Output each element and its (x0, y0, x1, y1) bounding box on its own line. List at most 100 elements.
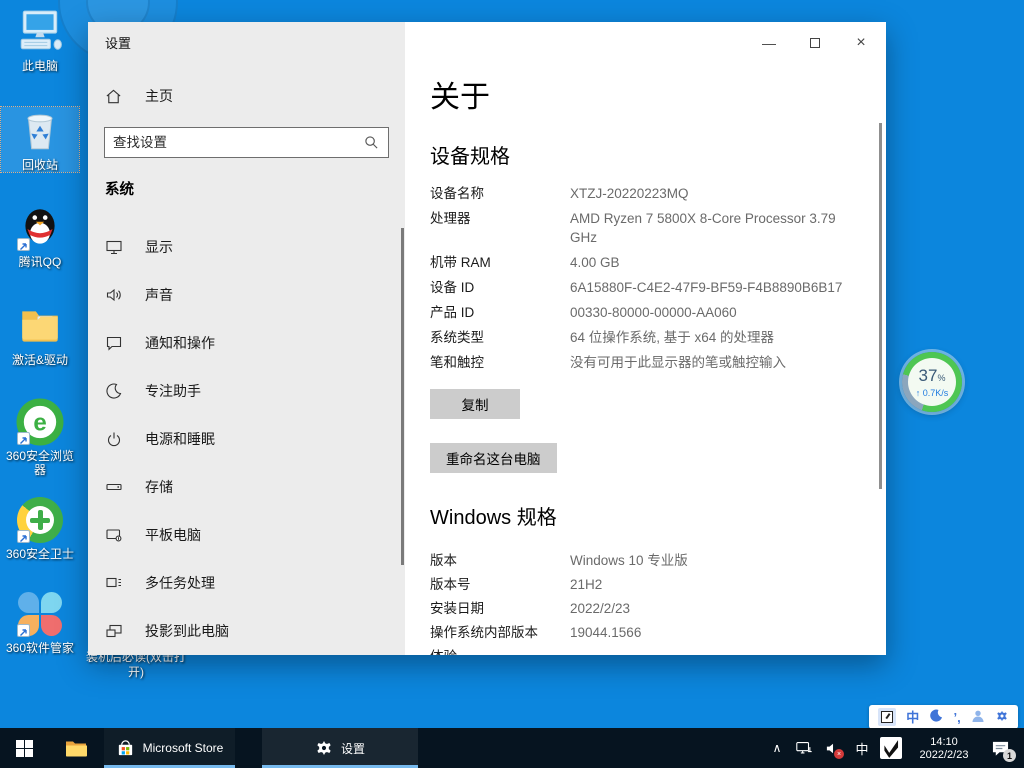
taskbar-store-label: Microsoft Store (143, 741, 224, 755)
spec-label: 笔和触控 (430, 353, 570, 372)
settings-content: 关于 设备规格 设备名称XTZJ-20220223MQ 处理器AMD Ryzen… (405, 22, 886, 655)
spec-value: 没有可用于此显示器的笔或触控输入 (570, 353, 858, 372)
sidebar-item-label: 显示 (145, 237, 173, 257)
ime-fullwidth-moon-icon[interactable] (929, 709, 943, 725)
sidebar-item-label: 存储 (145, 477, 173, 497)
sidebar-item-home[interactable]: 主页 (105, 84, 173, 108)
spec-label: 处理器 (430, 209, 570, 247)
sidebar-item-label: 电源和睡眠 (145, 429, 215, 449)
spec-value: 64 位操作系统, 基于 x64 的处理器 (570, 328, 858, 347)
minimize-icon: — (762, 35, 776, 51)
spec-label: 设备名称 (430, 184, 570, 203)
file-explorer-icon (65, 739, 87, 757)
sidebar-item-tablet[interactable]: 平板电脑 (88, 511, 405, 559)
spec-label: 设备 ID (430, 278, 570, 297)
spec-label: 安装日期 (430, 599, 570, 618)
file-explorer-button[interactable] (52, 728, 100, 768)
tray-ime-indicator[interactable]: 中 (849, 728, 875, 768)
close-icon: × (856, 34, 865, 52)
settings-gear-icon (315, 739, 333, 757)
settings-sidebar: 设置 主页 系统 显示 (88, 22, 405, 655)
sidebar-item-project[interactable]: 投影到此电脑 (88, 607, 405, 655)
ime-logo-icon[interactable] (878, 708, 896, 726)
storage-icon (105, 478, 123, 496)
desktop-icon-360-browser[interactable]: e 360安全浏览器 (1, 398, 79, 477)
taskbar-clock[interactable]: 14:10 2022/2/23 (907, 735, 981, 762)
action-center-button[interactable]: 1 (984, 728, 1016, 768)
this-pc-icon (16, 8, 64, 56)
sidebar-item-label: 通知和操作 (145, 333, 215, 353)
mute-x-badge: × (834, 749, 844, 759)
desktop-icon-label: 360安全浏览器 (1, 449, 79, 477)
ime-punctuation-toggle[interactable]: ’, (953, 711, 960, 724)
desktop-icon-360-manager[interactable]: 360软件管家 (1, 590, 79, 655)
upload-speed: ↑ 0.7K/s (916, 388, 949, 398)
360-speed-ball[interactable]: 37% ↑ 0.7K/s (902, 352, 962, 412)
sidebar-item-notifications[interactable]: 通知和操作 (88, 319, 405, 367)
windows-logo-icon (16, 740, 33, 757)
ime-indicator-label: 中 (855, 739, 868, 758)
start-button[interactable] (0, 728, 48, 768)
content-scrollbar[interactable] (879, 123, 882, 489)
search-icon[interactable] (364, 135, 379, 150)
shortcut-arrow-icon (17, 530, 30, 543)
shortcut-arrow-icon (17, 432, 30, 445)
spec-label: 版本号 (430, 575, 570, 594)
svg-text:e: e (33, 409, 46, 436)
tray-overflow-chevron[interactable]: ∧ (766, 728, 788, 768)
ime-mode-toggle[interactable]: 中 (906, 711, 919, 724)
project-to-pc-icon (105, 622, 123, 640)
maximize-button[interactable] (800, 30, 830, 56)
taskbar: Microsoft Store 设置 ∧ × 中 14:10 (0, 728, 1024, 768)
spec-value: 00330-80000-00000-AA060 (570, 303, 858, 322)
desktop-icon-360-safeguard[interactable]: 360安全卫士 (1, 496, 79, 561)
minimize-button[interactable]: — (754, 30, 784, 56)
spec-label: 系统类型 (430, 328, 570, 347)
copy-button[interactable]: 复制 (430, 389, 520, 419)
search-input[interactable] (105, 128, 364, 157)
speed-ball-face: 37% ↑ 0.7K/s (908, 358, 956, 406)
sidebar-section-system: 系统 (105, 178, 134, 199)
focus-assist-icon (105, 382, 123, 400)
sidebar-item-label: 多任务处理 (145, 573, 215, 593)
spec-label: 机带 RAM (430, 253, 570, 272)
windows-spec-heading: Windows 规格 (430, 501, 557, 530)
sidebar-nav-list: 显示 声音 通知和操作 专注助手 (88, 223, 405, 655)
sidebar-item-storage[interactable]: 存储 (88, 463, 405, 511)
spec-label: 体验 (430, 647, 570, 655)
tray-network[interactable] (791, 728, 817, 768)
desktop-icon-recycle-bin[interactable]: 回收站 (1, 107, 79, 172)
desktop-icon-label: 腾讯QQ (19, 255, 62, 269)
desktop-icon-this-pc[interactable]: 此电脑 (1, 8, 79, 73)
rename-pc-button[interactable]: 重命名这台电脑 (430, 443, 557, 473)
ime-app-icon (880, 737, 902, 759)
sidebar-item-sound[interactable]: 声音 (88, 271, 405, 319)
desktop-icon-qq[interactable]: 腾讯QQ (1, 204, 79, 269)
tray-volume-muted[interactable]: × (820, 728, 846, 768)
spec-value: 2022/2/23 (570, 599, 858, 618)
sidebar-item-power-sleep[interactable]: 电源和睡眠 (88, 415, 405, 463)
close-button[interactable]: × (846, 30, 876, 56)
memory-percent: 37% (919, 367, 946, 387)
sidebar-item-display[interactable]: 显示 (88, 223, 405, 271)
sidebar-item-focus-assist[interactable]: 专注助手 (88, 367, 405, 415)
maximize-icon (810, 38, 820, 48)
taskbar-settings[interactable]: 设置 (262, 728, 418, 768)
tray-ime-app[interactable] (878, 728, 904, 768)
sidebar-item-label: 平板电脑 (145, 525, 201, 545)
taskbar-microsoft-store[interactable]: Microsoft Store (104, 728, 235, 768)
taskbar-settings-label: 设置 (341, 740, 365, 757)
display-icon (105, 238, 123, 256)
multitasking-icon (105, 574, 123, 592)
shortcut-arrow-icon (17, 238, 30, 251)
sidebar-scrollbar[interactable] (401, 228, 404, 565)
qq-icon (16, 204, 64, 252)
ime-settings-gear-icon[interactable] (995, 709, 1009, 725)
sidebar-item-multitasking[interactable]: 多任务处理 (88, 559, 405, 607)
network-icon (795, 740, 813, 756)
notification-count-badge: 1 (1003, 749, 1016, 762)
search-box (104, 127, 389, 158)
desktop-icon-drivers-folder[interactable]: 激活&驱动 (1, 302, 79, 367)
ime-user-icon[interactable] (971, 709, 985, 725)
settings-window: 设置 主页 系统 显示 (88, 22, 886, 655)
